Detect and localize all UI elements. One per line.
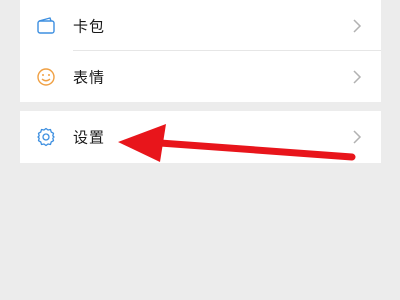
chevron-right-icon (351, 69, 363, 85)
gear-icon (35, 126, 57, 148)
chevron-right-icon (351, 129, 363, 145)
menu-item-label: 表情 (73, 68, 106, 86)
menu-item-label: 设置 (73, 128, 106, 146)
menu-group-top: 卡包 表情 (20, 0, 381, 102)
menu-group-bottom: 设置 (20, 111, 381, 163)
smiley-icon (35, 66, 57, 88)
menu-item-label: 卡包 (73, 17, 106, 35)
menu-item-stickers[interactable]: 表情 (20, 51, 381, 102)
menu-item-card-wallet[interactable]: 卡包 (20, 0, 381, 51)
card-wallet-icon (35, 15, 57, 37)
chevron-right-icon (351, 18, 363, 34)
menu-item-settings[interactable]: 设置 (20, 111, 381, 162)
